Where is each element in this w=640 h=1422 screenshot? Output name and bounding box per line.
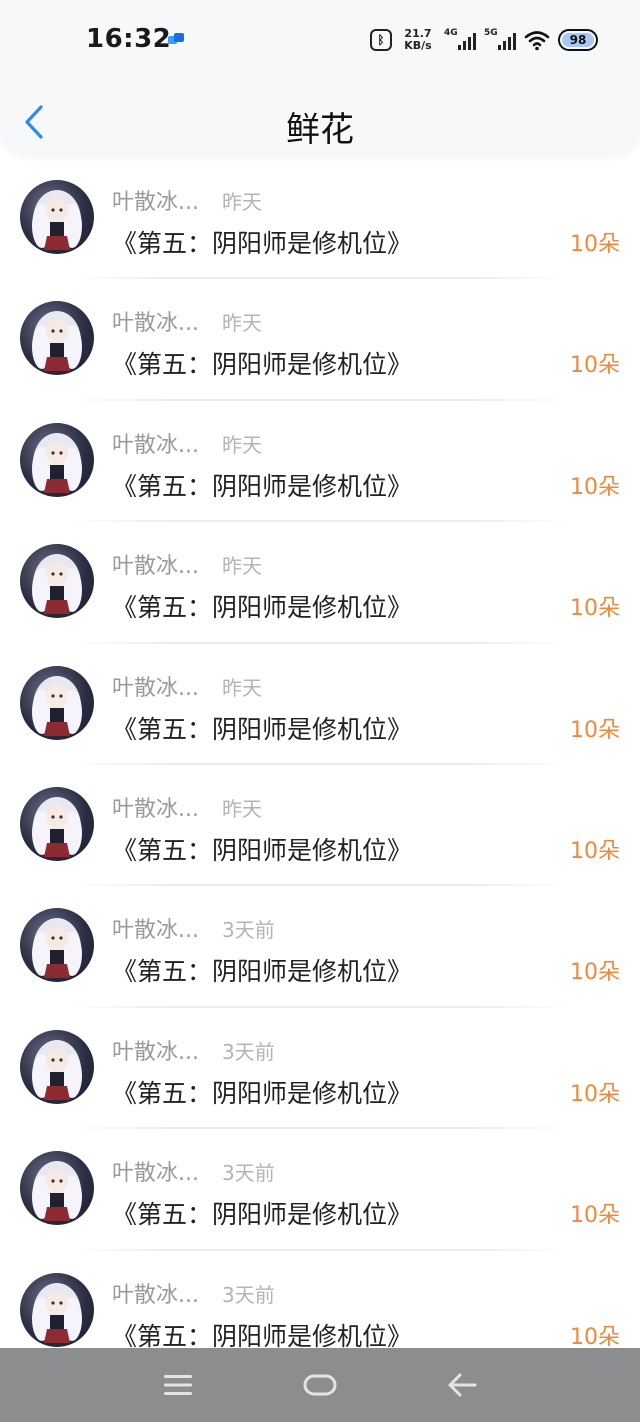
send-date: 昨天 [222,675,262,700]
signal-sim2-icon: 5G [484,28,516,52]
signal-sim1-icon: 4G [444,28,476,52]
flowers-screen: 16:32 ᛒ 21.7 KB/s 4G 5G 98 鲜花 叶散冰... 昨天 … [0,0,640,1422]
send-date: 昨天 [222,554,262,579]
list-item[interactable]: 叶散冰... 3天前 《第五：阴阳师是修机位》 10朵 [0,1129,640,1251]
flower-count: 10朵 [570,960,620,986]
menu-icon [164,1375,192,1395]
sender-name: 叶散冰... [112,190,199,215]
sender-name: 叶散冰... [112,554,199,580]
list-item[interactable]: 叶散冰... 3天前 《第五：阴阳师是修机位》 10朵 [0,1008,640,1130]
avatar[interactable] [20,1272,94,1347]
avatar[interactable] [20,665,94,740]
flower-count: 10朵 [570,1081,620,1107]
nav-menu-button[interactable] [148,1360,208,1410]
sender-name: 叶散冰... [112,311,199,337]
book-title[interactable]: 《第五：阴阳师是修机位》 [112,467,412,503]
book-title[interactable]: 《第五：阴阳师是修机位》 [112,588,412,624]
network-speed: 21.7 KB/s [400,28,436,52]
avatar[interactable] [20,301,94,376]
send-date: 昨天 [222,311,262,336]
avatar[interactable] [20,908,94,983]
send-date: 3天前 [222,1039,275,1064]
system-nav-bar [0,1348,640,1422]
flower-count: 10朵 [570,232,620,257]
book-title[interactable]: 《第五：阴阳师是修机位》 [112,1195,412,1231]
top-area: 16:32 ᛒ 21.7 KB/s 4G 5G 98 鲜花 [0,0,640,156]
wifi-icon [524,29,550,51]
list-item[interactable]: 叶散冰... 昨天 《第五：阴阳师是修机位》 10朵 [0,158,640,280]
status-icons: ᛒ 21.7 KB/s 4G 5G 98 [370,24,598,56]
home-icon [303,1374,337,1396]
sender-name: 叶散冰... [112,918,199,944]
sender-name: 叶散冰... [112,796,199,822]
list-item[interactable]: 叶散冰... 昨天 《第五：阴阳师是修机位》 10朵 [0,644,640,765]
network-speed-unit: KB/s [404,39,432,52]
avatar[interactable] [20,544,94,619]
bluetooth-icon: ᛒ [370,29,392,51]
header: 鲜花 [0,88,640,156]
flower-count: 10朵 [570,353,620,379]
sender-name: 叶散冰... [112,675,199,701]
flower-record-list: 叶散冰... 昨天 《第五：阴阳师是修机位》 10朵 叶散冰... 昨天 《第五… [0,158,640,1372]
status-time: 16:32 [86,24,172,54]
avatar[interactable] [20,180,94,254]
book-title[interactable]: 《第五：阴阳师是修机位》 [112,831,412,867]
book-title[interactable]: 《第五：阴阳师是修机位》 [112,1074,412,1110]
battery-level: 98 [562,33,594,47]
send-date: 3天前 [222,918,275,943]
sender-name: 叶散冰... [112,1039,199,1065]
list-item[interactable]: 叶散冰... 3天前 《第五：阴阳师是修机位》 10朵 [0,886,640,1008]
avatar[interactable] [20,1029,94,1104]
nav-home-button[interactable] [290,1360,350,1410]
notification-app-icon [166,30,186,50]
nav-back-button[interactable] [432,1360,492,1410]
list-item[interactable]: 叶散冰... 昨天 《第五：阴阳师是修机位》 10朵 [0,279,640,401]
flower-count: 10朵 [570,1324,620,1350]
book-title[interactable]: 《第五：阴阳师是修机位》 [112,224,412,260]
status-bar: 16:32 ᛒ 21.7 KB/s 4G 5G 98 [0,0,640,80]
send-date: 昨天 [222,190,262,214]
sender-name: 叶散冰... [112,432,199,458]
arrow-left-icon [448,1373,477,1397]
list-item[interactable]: 叶散冰... 昨天 《第五：阴阳师是修机位》 10朵 [0,765,640,887]
book-title[interactable]: 《第五：阴阳师是修机位》 [112,345,412,381]
send-date: 昨天 [222,796,262,821]
flower-count: 10朵 [570,717,620,743]
battery-icon: 98 [558,29,598,51]
sim2-label: 5G [484,28,498,38]
send-date: 3天前 [222,1161,275,1186]
avatar[interactable] [20,422,94,497]
flower-count: 10朵 [570,1203,620,1229]
book-title[interactable]: 《第五：阴阳师是修机位》 [112,952,412,988]
send-date: 昨天 [222,432,262,457]
sender-name: 叶散冰... [112,1282,199,1308]
book-title[interactable]: 《第五：阴阳师是修机位》 [112,710,412,746]
avatar[interactable] [20,1151,94,1226]
page-title: 鲜花 [286,110,354,150]
flower-count: 10朵 [570,596,620,622]
sim1-label: 4G [444,28,458,38]
flower-count: 10朵 [570,838,620,864]
sender-name: 叶散冰... [112,1161,199,1187]
list-item[interactable]: 叶散冰... 昨天 《第五：阴阳师是修机位》 10朵 [0,401,640,523]
avatar[interactable] [20,786,94,861]
list-item[interactable]: 叶散冰... 昨天 《第五：阴阳师是修机位》 10朵 [0,522,640,644]
flower-count: 10朵 [570,474,620,500]
send-date: 3天前 [222,1282,275,1307]
